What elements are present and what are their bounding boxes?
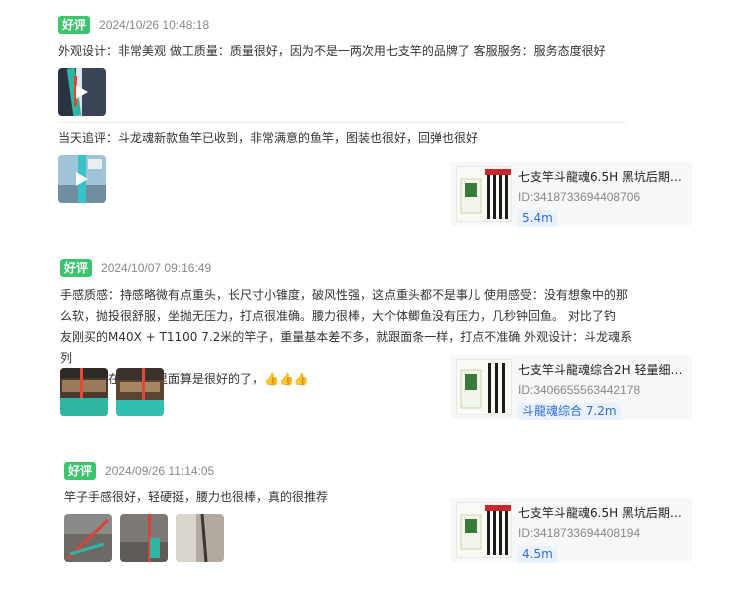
review-images	[58, 68, 106, 116]
rating-badge: 好评	[60, 259, 93, 277]
review-images	[60, 368, 164, 416]
review-date: 2024/10/26 10:48:18	[99, 18, 210, 32]
review-image-picture	[116, 368, 164, 416]
play-icon	[76, 172, 88, 186]
product-id: ID:3406655563442178	[518, 383, 641, 397]
review-date: 2024/10/07 09:16:49	[101, 261, 212, 275]
product-title[interactable]: 七支竿斗龍魂综合2H 轻量细…	[518, 361, 686, 378]
review-video-thumbnail[interactable]	[58, 68, 106, 116]
followup-divider	[58, 122, 626, 123]
review-text: 外观设计：非常美观 做工质量：质量很好，因为不是一两次用七支竿的品牌了 客服服务…	[58, 44, 606, 58]
review-meta: 好评 2024/09/26 11:14:05	[64, 461, 214, 481]
followup-text: 当天追评：斗龙魂新款鱼竿已收到，非常满意的鱼竿，图装也很好，回弹也很好	[58, 131, 479, 145]
review-image[interactable]	[116, 368, 164, 416]
product-spec-tag: 4.5m	[518, 546, 557, 563]
review-image[interactable]	[120, 514, 168, 562]
followup-video-thumbnail[interactable]	[58, 155, 106, 203]
followup-images	[58, 155, 106, 203]
product-title[interactable]: 七支竿斗龍魂6.5H 黑坑后期…	[518, 168, 686, 185]
product-title[interactable]: 七支竿斗龍魂6.5H 黑坑后期…	[518, 504, 686, 521]
review-image[interactable]	[60, 368, 108, 416]
rating-badge: 好评	[64, 462, 97, 480]
review-text: 竿子手感很好，轻硬挺，腰力也很棒，真的很推荐	[64, 490, 329, 504]
review-image-picture	[120, 514, 168, 562]
review-image-picture	[176, 514, 224, 562]
review-image-picture	[60, 368, 108, 416]
review-text-line: 么软，抛投很舒服，坐抛无压力，打点很准确。腰力很棒，大个体鲫鱼没有压力，几秒钟回…	[60, 309, 616, 323]
product-spec-tag: 5.4m	[518, 210, 557, 227]
product-thumbnail	[457, 360, 511, 414]
review-image-picture	[64, 514, 112, 562]
review-images	[64, 514, 224, 562]
play-icon	[76, 85, 88, 99]
product-id: ID:3418733694408706	[518, 190, 641, 204]
product-image	[456, 166, 512, 222]
product-id: ID:3418733694408194	[518, 526, 641, 540]
review-meta: 好评 2024/10/07 09:16:49	[60, 258, 211, 278]
product-thumbnail	[457, 167, 511, 221]
review-image[interactable]	[176, 514, 224, 562]
rating-badge: 好评	[58, 16, 91, 34]
product-card[interactable]: 七支竿斗龍魂综合2H 轻量细… ID:3406655563442178 斗龍魂综…	[450, 355, 692, 420]
review-meta: 好评 2024/10/26 10:48:18	[58, 15, 209, 35]
product-card[interactable]: 七支竿斗龍魂6.5H 黑坑后期… ID:3418733694408706 5.4…	[450, 162, 692, 227]
product-image	[456, 359, 512, 415]
product-image	[456, 502, 512, 558]
review-date: 2024/09/26 11:14:05	[105, 464, 215, 478]
review-text-line: 手感质感：持感略微有点重头，长尺寸小锥度，破风性强，这点重头都不是事儿 使用感受…	[60, 288, 628, 302]
product-thumbnail	[457, 503, 511, 557]
review-image[interactable]	[64, 514, 112, 562]
product-card[interactable]: 七支竿斗龍魂6.5H 黑坑后期… ID:3418733694408194 4.5…	[450, 498, 692, 563]
product-spec-tag: 斗龍魂综合 7.2m	[518, 403, 621, 420]
thumbs-up-emoji: 👍👍👍	[264, 372, 309, 386]
